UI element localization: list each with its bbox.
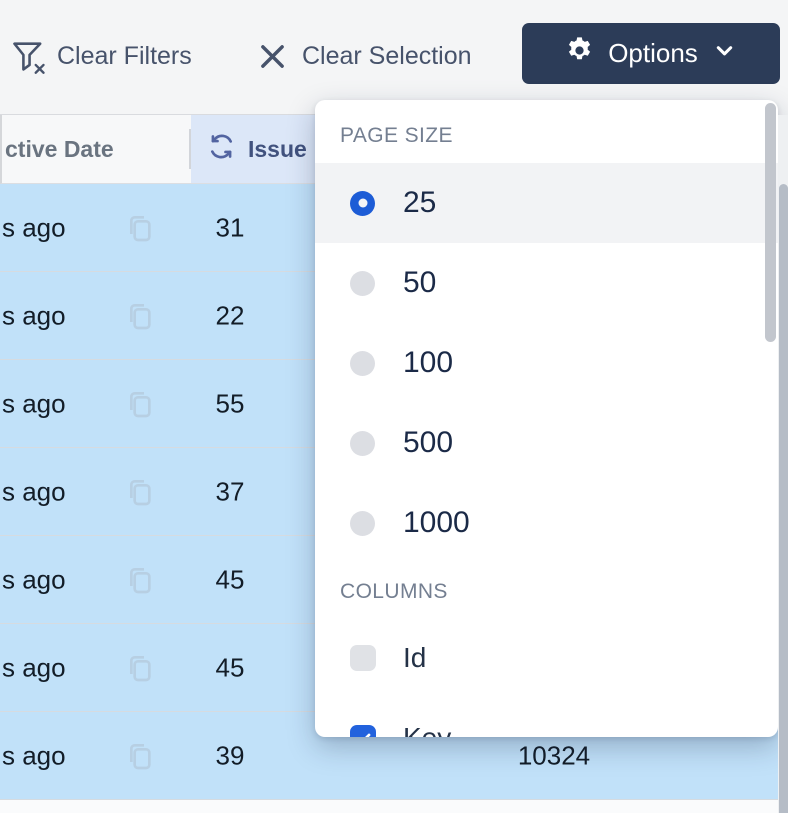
page-size-option-label: 1000 bbox=[403, 506, 470, 540]
clear-selection-button[interactable]: Clear Selection bbox=[256, 30, 472, 82]
column-toggle-label: Id bbox=[403, 642, 426, 674]
row-age-text: s ago bbox=[2, 388, 66, 419]
radio-unselected-icon[interactable] bbox=[350, 511, 375, 536]
column-header-date[interactable]: ctive Date bbox=[2, 115, 191, 183]
page-size-option-label: 25 bbox=[403, 186, 436, 220]
page-size-option-100[interactable]: 100 bbox=[315, 323, 778, 403]
row-age-text: s ago bbox=[2, 564, 66, 595]
radio-unselected-icon[interactable] bbox=[350, 271, 375, 296]
clear-filters-button[interactable]: Clear Filters bbox=[10, 30, 192, 82]
close-x-icon bbox=[256, 40, 289, 73]
page-size-option-500[interactable]: 500 bbox=[315, 403, 778, 483]
page-size-option-label: 100 bbox=[403, 346, 453, 380]
row-key-value: 10324 bbox=[492, 740, 616, 771]
row-age-text: s ago bbox=[2, 652, 66, 683]
chevron-down-icon bbox=[711, 37, 738, 71]
gear-icon bbox=[564, 35, 595, 73]
issue-column-label: Issue bbox=[248, 136, 307, 163]
menu-scrollbar-thumb[interactable] bbox=[765, 103, 776, 342]
row-issue-value: 45 bbox=[188, 652, 272, 683]
row-age-text: s ago bbox=[2, 300, 66, 331]
options-label: Options bbox=[608, 38, 698, 69]
page-size-option-25[interactable]: 25 bbox=[315, 163, 778, 243]
checkbox-unchecked-icon[interactable] bbox=[350, 645, 376, 671]
options-dropdown-menu: PAGE SIZE 25 50 100 500 1000 COLUMNS Id … bbox=[315, 100, 778, 737]
row-issue-value: 22 bbox=[188, 300, 272, 331]
row-age-text: s ago bbox=[2, 740, 66, 771]
copy-icon[interactable] bbox=[124, 475, 156, 509]
copy-icon[interactable] bbox=[124, 563, 156, 597]
row-issue-value: 55 bbox=[188, 388, 272, 419]
radio-unselected-icon[interactable] bbox=[350, 351, 375, 376]
radio-selected-icon[interactable] bbox=[350, 191, 375, 216]
column-toggle-label: Key bbox=[403, 722, 451, 737]
copy-icon[interactable] bbox=[124, 739, 156, 773]
next-row-strip bbox=[0, 800, 778, 813]
filter-clear-icon bbox=[10, 37, 48, 75]
date-column-label: ctive Date bbox=[5, 136, 114, 163]
vertical-scrollbar-thumb[interactable] bbox=[779, 184, 788, 813]
vertical-scrollbar-track bbox=[778, 115, 788, 813]
clear-filters-label: Clear Filters bbox=[57, 42, 192, 71]
options-button[interactable]: Options bbox=[522, 23, 780, 84]
copy-icon[interactable] bbox=[124, 299, 156, 333]
page-size-option-label: 50 bbox=[403, 266, 436, 300]
copy-icon[interactable] bbox=[124, 387, 156, 421]
row-issue-value: 31 bbox=[188, 212, 272, 243]
row-age-text: s ago bbox=[2, 212, 66, 243]
columns-heading: COLUMNS bbox=[340, 580, 448, 604]
copy-icon[interactable] bbox=[124, 651, 156, 685]
row-issue-value: 39 bbox=[188, 740, 272, 771]
sync-arrows-icon bbox=[207, 132, 236, 167]
radio-unselected-icon[interactable] bbox=[350, 431, 375, 456]
row-age-text: s ago bbox=[2, 476, 66, 507]
column-toggle-key[interactable]: Key bbox=[315, 698, 778, 737]
toolbar: Clear Filters Clear Selection Options bbox=[0, 0, 788, 115]
row-issue-value: 45 bbox=[188, 564, 272, 595]
page-size-option-50[interactable]: 50 bbox=[315, 243, 778, 323]
copy-icon[interactable] bbox=[124, 211, 156, 245]
page-size-heading: PAGE SIZE bbox=[340, 124, 453, 148]
page-size-option-label: 500 bbox=[403, 426, 453, 460]
column-toggle-id[interactable]: Id bbox=[315, 618, 778, 698]
row-issue-value: 37 bbox=[188, 476, 272, 507]
clear-selection-label: Clear Selection bbox=[302, 42, 472, 71]
page-size-option-1000[interactable]: 1000 bbox=[315, 483, 778, 563]
checkbox-checked-icon[interactable] bbox=[350, 725, 376, 737]
